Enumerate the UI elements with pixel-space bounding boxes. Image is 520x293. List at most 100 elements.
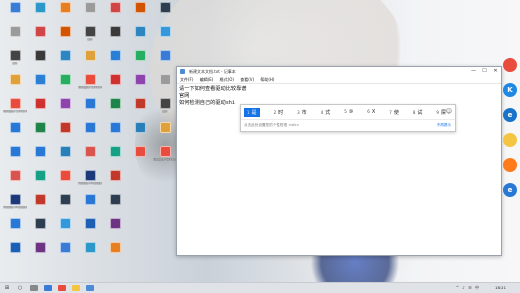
desktop-shortcut-icon[interactable] <box>3 242 27 264</box>
desktop-shortcut-icon[interactable] <box>128 26 152 48</box>
maximize-button[interactable]: ☐ <box>479 67 490 76</box>
desktop-shortcut-icon[interactable] <box>3 74 27 96</box>
desktop-shortcut-icon[interactable] <box>3 26 27 48</box>
desktop-shortcut-icon[interactable] <box>28 146 52 168</box>
menu-help[interactable]: 帮助(H) <box>260 77 274 82</box>
menu-view[interactable]: 查看(V) <box>240 77 254 82</box>
desktop-shortcut-icon[interactable] <box>28 170 52 192</box>
ime-candidate[interactable]: 1是 <box>244 107 260 117</box>
desktop-shortcut-icon[interactable] <box>103 146 127 168</box>
desktop-shortcut-icon[interactable] <box>153 74 177 96</box>
desktop-shortcut-icon[interactable] <box>103 26 127 48</box>
desktop-shortcut-icon[interactable] <box>128 2 152 24</box>
desktop-shortcut-icon[interactable]: pe <box>153 98 177 120</box>
desktop-shortcut-icon[interactable]: Google Chrome <box>78 74 102 96</box>
desktop-shortcut-icon[interactable] <box>28 2 52 24</box>
desktop-shortcut-icon[interactable] <box>53 74 77 96</box>
k-app-icon[interactable]: K <box>503 83 517 97</box>
ie-icon[interactable]: e <box>503 108 517 122</box>
desktop-shortcut-icon[interactable] <box>103 218 127 240</box>
desktop-shortcut-icon[interactable] <box>78 122 102 144</box>
desktop-shortcut-icon[interactable]: pe <box>78 26 102 48</box>
desktop-shortcut-icon[interactable]: pe <box>3 50 27 72</box>
firefox-icon[interactable] <box>503 158 517 172</box>
desktop-shortcut-icon[interactable] <box>103 98 127 120</box>
ime-candidate[interactable]: 7使 <box>389 109 399 116</box>
desktop-shortcut-icon[interactable] <box>128 98 152 120</box>
menu-file[interactable]: 文件(F) <box>180 77 193 82</box>
desktop-shortcut-icon[interactable] <box>153 122 177 144</box>
desktop-shortcut-icon[interactable] <box>153 50 177 72</box>
taskbar-notepad-icon[interactable] <box>86 285 94 291</box>
ime-footer-hint[interactable]: 点击此处设置您的个性短语 <shi> <box>244 123 299 127</box>
desktop-shortcut-icon[interactable] <box>53 122 77 144</box>
ime-candidate[interactable]: 5⑩ <box>344 109 353 115</box>
desktop-shortcut-icon[interactable] <box>103 2 127 24</box>
desktop-shortcut-icon[interactable] <box>78 98 102 120</box>
desktop-shortcut-icon[interactable] <box>53 218 77 240</box>
desktop-shortcut-icon[interactable] <box>103 170 127 192</box>
desktop-shortcut-icon[interactable] <box>128 122 152 144</box>
desktop-shortcut-icon[interactable] <box>78 242 102 264</box>
menu-format[interactable]: 格式(O) <box>220 77 234 82</box>
search-icon[interactable]: ○ <box>16 284 24 292</box>
ime-candidate[interactable]: 2时 <box>274 109 284 116</box>
desktop-shortcut-icon[interactable] <box>103 122 127 144</box>
ime-dismiss-link[interactable]: 不再提示 <box>437 120 451 130</box>
minimize-button[interactable]: — <box>468 67 479 76</box>
desktop-shortcut-icon[interactable]: Google Chrome <box>3 98 27 120</box>
desktop-shortcut-icon[interactable] <box>53 50 77 72</box>
desktop-shortcut-icon[interactable] <box>103 242 127 264</box>
desktop-shortcut-icon[interactable] <box>153 26 177 48</box>
notepad-titlebar[interactable]: 新建文本文档.txt - 记事本 — ☐ ✕ <box>177 67 501 76</box>
desktop-shortcut-icon[interactable] <box>28 74 52 96</box>
desktop-shortcut-icon[interactable] <box>28 218 52 240</box>
taskbar-app-icon[interactable] <box>58 285 66 291</box>
taskbar-app-icon[interactable] <box>44 285 52 291</box>
desktop-shortcut-icon[interactable] <box>53 98 77 120</box>
taskbar-app-icon[interactable] <box>72 285 80 291</box>
desktop-shortcut-icon[interactable] <box>28 50 52 72</box>
ime-candidate[interactable]: 9屎 <box>436 109 446 116</box>
desktop-shortcut-icon[interactable]: Adobe Photoshop <box>78 170 102 192</box>
desktop-shortcut-icon[interactable] <box>28 98 52 120</box>
desktop-shortcut-icon[interactable] <box>3 218 27 240</box>
desktop-shortcut-icon[interactable]: Adobe Photoshop <box>3 194 27 216</box>
desktop-shortcut-icon[interactable] <box>3 146 27 168</box>
notepad-window[interactable]: 新建文本文档.txt - 记事本 — ☐ ✕ 文件(F) 编辑(E) 格式(O)… <box>176 66 502 256</box>
desktop-shortcut-icon[interactable] <box>53 146 77 168</box>
ime-candidate[interactable]: 3市 <box>297 109 307 116</box>
desktop-shortcut-icon[interactable] <box>78 194 102 216</box>
desktop-shortcut-icon[interactable] <box>78 2 102 24</box>
desktop-shortcut-icon[interactable] <box>28 26 52 48</box>
desktop-shortcut-icon[interactable] <box>53 26 77 48</box>
folder-icon[interactable] <box>503 133 517 147</box>
desktop-shortcut-icon[interactable] <box>128 146 152 168</box>
desktop-shortcut-icon[interactable] <box>28 194 52 216</box>
desktop-shortcut-icon[interactable]: Google Chrome <box>153 146 177 168</box>
desktop-shortcut-icon[interactable] <box>128 50 152 72</box>
chrome-icon[interactable] <box>503 58 517 72</box>
desktop-shortcut-icon[interactable] <box>78 218 102 240</box>
ime-candidate[interactable]: 8试 <box>413 109 423 116</box>
desktop-shortcut-icon[interactable] <box>53 242 77 264</box>
ime-candidate[interactable]: 4式 <box>321 109 331 116</box>
start-icon[interactable]: ⊞ <box>3 284 11 292</box>
menu-edit[interactable]: 编辑(E) <box>200 77 214 82</box>
task-view-icon[interactable] <box>30 285 38 291</box>
desktop-shortcut-icon[interactable] <box>3 2 27 24</box>
ime-candidate-window[interactable]: 1是 2时 3市 4式 5⑩ 6X 7使 8试 9屎 ☺ 点击此处设置您的个性短… <box>240 104 456 132</box>
desktop-shortcut-icon[interactable] <box>78 50 102 72</box>
desktop-shortcut-icon[interactable] <box>53 2 77 24</box>
ime-candidate[interactable]: 6X <box>367 109 375 115</box>
desktop-shortcut-icon[interactable] <box>128 74 152 96</box>
edge-icon[interactable]: e <box>503 183 517 197</box>
desktop-shortcut-icon[interactable] <box>103 194 127 216</box>
desktop-shortcut-icon[interactable] <box>53 170 77 192</box>
desktop-shortcut-icon[interactable] <box>103 74 127 96</box>
desktop-shortcut-icon[interactable] <box>78 146 102 168</box>
desktop-shortcut-icon[interactable] <box>103 50 127 72</box>
smile-icon[interactable]: ☺ <box>446 108 452 115</box>
desktop-shortcut-icon[interactable] <box>3 122 27 144</box>
desktop-shortcut-icon[interactable] <box>28 242 52 264</box>
